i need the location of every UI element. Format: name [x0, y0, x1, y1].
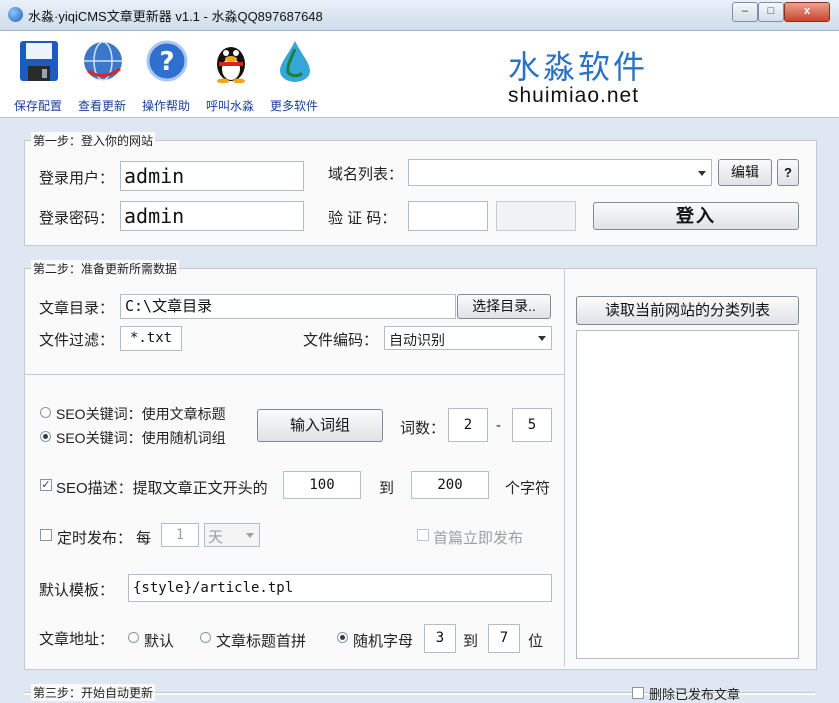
template-input[interactable]: {style}/article.tpl [128, 574, 552, 602]
brand-url: shuimiao.net [508, 84, 640, 107]
chevron-down-icon [538, 336, 546, 341]
desc-to-input[interactable]: 200 [411, 471, 489, 499]
svg-text:?: ? [159, 47, 174, 77]
word-max-input[interactable]: 5 [512, 408, 552, 442]
call-support-button[interactable]: 呼叫水淼 [198, 31, 262, 117]
password-label: 登录密码： [39, 210, 115, 227]
seo-keyword-random-label: SEO关键词：使用随机词组 [56, 430, 226, 446]
save-config-button[interactable]: 保存配置 [6, 31, 70, 117]
domain-list-label: 域名列表： [328, 166, 404, 183]
file-filter-input[interactable]: *.txt [120, 326, 182, 351]
horizontal-divider [25, 374, 564, 375]
close-button[interactable]: x [784, 2, 830, 22]
domain-help-button[interactable]: ? [777, 159, 799, 186]
globe-icon [84, 41, 122, 81]
timed-publish-label: 定时发布： [57, 530, 133, 547]
toolbar-label: 呼叫水淼 [205, 99, 254, 113]
timed-publish-checkbox[interactable] [40, 529, 52, 541]
timed-unit-select[interactable]: 天 [204, 523, 260, 547]
url-random-label: 随机字母 [353, 633, 414, 650]
input-words-button[interactable]: 输入词组 [257, 409, 383, 442]
chevron-down-icon [246, 533, 254, 538]
username-input[interactable]: admin [120, 161, 304, 191]
template-label: 默认模板： [39, 582, 115, 599]
delete-published-checkbox[interactable] [632, 687, 644, 699]
check-update-button[interactable]: 查看更新 [70, 31, 134, 117]
password-input[interactable]: admin [120, 201, 304, 231]
toolbar-label: 保存配置 [13, 99, 62, 113]
qq-penguin-icon [217, 47, 245, 83]
url-default-radio[interactable] [128, 632, 139, 643]
step1-legend: 第一步：登入你的网站 [31, 132, 156, 149]
edit-domain-button[interactable]: 编辑 [718, 159, 772, 186]
seo-keyword-random-radio[interactable] [40, 431, 51, 442]
more-software-button[interactable]: 更多软件 [262, 31, 326, 117]
file-encoding-label: 文件编码： [303, 332, 379, 349]
url-pinyin-label: 文章标题首拼 [216, 633, 307, 650]
article-dir-label: 文章目录： [39, 300, 115, 317]
file-encoding-value: 自动识别 [389, 332, 445, 348]
word-count-label: 词数： [400, 420, 446, 437]
water-drop-icon [280, 41, 310, 82]
help-button[interactable]: ? 操作帮助 [134, 31, 198, 117]
seo-keyword-title-radio[interactable] [40, 407, 51, 418]
desc-from-input[interactable]: 100 [283, 471, 361, 499]
brand-logo-text: 水淼软件 [508, 49, 649, 85]
captcha-label: 验 证 码： [328, 210, 397, 227]
choose-dir-button[interactable]: 选择目录.. [457, 294, 551, 319]
desc-unit-label: 个字符 [505, 480, 551, 497]
desc-to-label: 到 [379, 480, 395, 497]
app-icon [8, 7, 23, 22]
url-length-max-input[interactable]: 7 [488, 624, 520, 653]
toolbar: 保存配置 查看更新 ? 操作帮助 呼叫水淼 更多软件 水淼软件 shuimiao… [0, 31, 839, 118]
window-title: 水淼·yiqiCMS文章更新器 v1.1 - 水淼QQ897687648 [28, 9, 323, 24]
title-bar: 水淼·yiqiCMS文章更新器 v1.1 - 水淼QQ897687648 – □… [0, 0, 839, 31]
maximize-button[interactable]: □ [758, 2, 784, 22]
help-icon: ? [146, 40, 188, 82]
url-unit-label: 位 [528, 633, 544, 650]
url-default-label: 默认 [144, 633, 175, 650]
word-min-input[interactable]: 2 [448, 408, 488, 442]
toolbar-label: 更多软件 [269, 99, 318, 113]
seo-description-label: SEO描述：提取文章正文开头的 [56, 480, 268, 497]
save-icon [20, 41, 58, 81]
first-publish-checkbox[interactable] [417, 529, 429, 541]
login-button[interactable]: 登入 [593, 202, 799, 230]
url-label: 文章地址： [39, 631, 115, 648]
file-filter-label: 文件过滤： [39, 332, 115, 349]
user-label: 登录用户： [39, 170, 115, 187]
chevron-down-icon [698, 170, 706, 176]
captcha-input[interactable] [408, 201, 488, 231]
url-pinyin-radio[interactable] [200, 632, 211, 643]
category-list[interactable] [576, 330, 799, 659]
step3-legend: 第三步：开始自动更新 [31, 684, 156, 701]
file-encoding-select[interactable]: 自动识别 [384, 326, 552, 350]
toolbar-label: 查看更新 [77, 99, 126, 113]
captcha-image[interactable] [496, 201, 576, 231]
article-dir-input[interactable]: C:\文章目录 [120, 294, 456, 319]
minimize-button[interactable]: – [732, 2, 758, 22]
timed-interval-input[interactable]: 1 [161, 523, 199, 547]
url-length-min-input[interactable]: 3 [424, 624, 456, 653]
timed-unit-value: 天 [208, 529, 224, 546]
url-to-label: 到 [463, 633, 479, 650]
seo-keyword-title-label: SEO关键词：使用文章标题 [56, 406, 226, 422]
every-label: 每 [136, 530, 152, 547]
vertical-divider [564, 269, 565, 667]
first-publish-label: 首篇立即发布 [433, 530, 524, 547]
read-categories-button[interactable]: 读取当前网站的分类列表 [576, 296, 799, 325]
url-random-radio[interactable] [337, 632, 348, 643]
word-range-dash: - [496, 417, 501, 434]
toolbar-label: 操作帮助 [141, 99, 190, 113]
seo-description-checkbox[interactable]: ✓ [40, 479, 52, 491]
step2-legend: 第二步：准备更新所需数据 [31, 260, 180, 277]
domain-list-select[interactable] [408, 159, 712, 186]
